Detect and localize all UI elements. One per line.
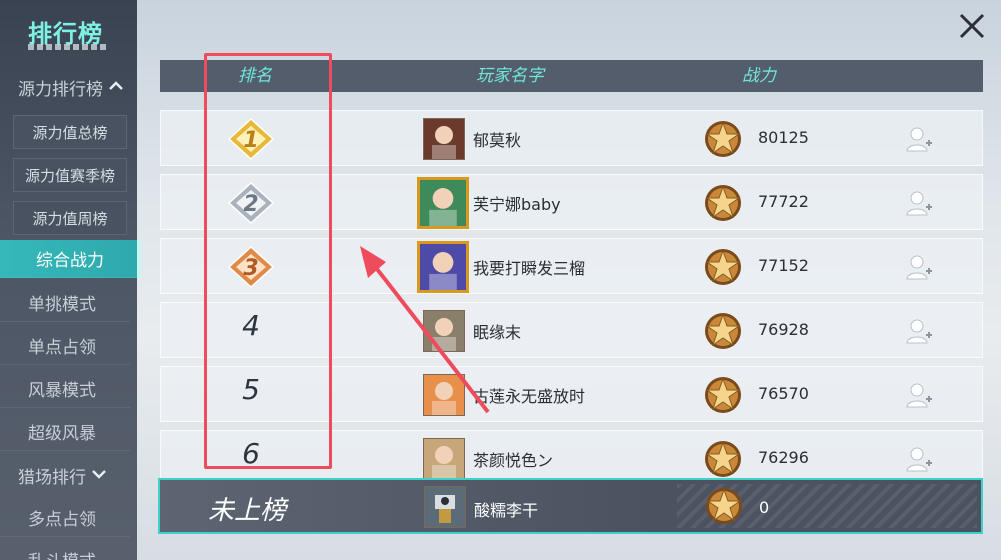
player-name: 茶颜悦色ン bbox=[473, 451, 554, 470]
chevron-up-icon bbox=[109, 79, 123, 95]
annotation-arrow bbox=[360, 246, 490, 414]
sidebar: 排行榜 源力排行榜 源力值总榜 源力值赛季榜 源力值周榜 综合战力 单挑模式 单… bbox=[0, 0, 141, 560]
annotation-highlight-box bbox=[204, 53, 332, 469]
power-value: 77722 bbox=[758, 192, 809, 211]
power-star-icon bbox=[706, 488, 742, 524]
my-rank-row: 未上榜 酸糯李干 0 bbox=[158, 478, 983, 534]
player-name: 郁莫秋 bbox=[473, 131, 522, 150]
sidebar-group-source-power[interactable]: 源力排行榜 bbox=[0, 70, 137, 104]
sidebar-group-label: 猎场排行 bbox=[18, 467, 86, 488]
power-value: 80125 bbox=[758, 128, 809, 147]
my-rank-text: 未上榜 bbox=[208, 496, 287, 526]
power-star-icon bbox=[705, 441, 741, 477]
player-avatar[interactable] bbox=[423, 438, 465, 480]
close-button[interactable] bbox=[956, 10, 988, 42]
chevron-down-icon bbox=[92, 467, 106, 483]
power-star-icon bbox=[705, 185, 741, 221]
add-friend-icon[interactable] bbox=[905, 381, 933, 409]
add-friend-icon[interactable] bbox=[905, 253, 933, 281]
sidebar-group-hunting[interactable]: 猎场排行 bbox=[0, 458, 137, 492]
sidebar-item-storm[interactable]: 风暴模式 bbox=[0, 370, 130, 408]
power-star-icon bbox=[705, 121, 741, 157]
my-power-value: 0 bbox=[759, 498, 770, 517]
header-combat-power: 战力 bbox=[742, 66, 776, 86]
player-name: 芙宁娜baby bbox=[473, 195, 561, 214]
add-friend-icon[interactable] bbox=[905, 317, 933, 345]
sidebar-item-solo[interactable]: 单挑模式 bbox=[0, 284, 130, 322]
power-value: 76570 bbox=[758, 384, 809, 403]
add-friend-icon[interactable] bbox=[905, 189, 933, 217]
player-avatar[interactable] bbox=[417, 177, 469, 229]
sidebar-item-brawl[interactable]: 乱斗模式 bbox=[0, 541, 130, 560]
power-value: 76928 bbox=[758, 320, 809, 339]
title-decoration bbox=[28, 44, 106, 50]
power-value: 77152 bbox=[758, 256, 809, 275]
add-friend-icon[interactable] bbox=[905, 445, 933, 473]
close-icon bbox=[959, 13, 985, 39]
power-value: 76296 bbox=[758, 448, 809, 467]
sidebar-subitem-season[interactable]: 源力值赛季榜 bbox=[13, 158, 127, 192]
power-star-icon bbox=[705, 377, 741, 413]
my-player-name: 酸糯李干 bbox=[474, 501, 539, 520]
my-avatar[interactable] bbox=[424, 486, 466, 528]
sidebar-subitem-total[interactable]: 源力值总榜 bbox=[13, 115, 127, 149]
sidebar-item-multi-point[interactable]: 多点占领 bbox=[0, 499, 130, 537]
power-star-icon bbox=[705, 249, 741, 285]
power-star-icon bbox=[705, 313, 741, 349]
sidebar-item-super-storm[interactable]: 超级风暴 bbox=[0, 413, 130, 451]
add-friend-icon[interactable] bbox=[905, 125, 933, 153]
sidebar-group-label: 源力排行榜 bbox=[18, 79, 103, 100]
header-player-name: 玩家名字 bbox=[476, 66, 544, 86]
sidebar-item-single-point[interactable]: 单点占领 bbox=[0, 327, 130, 365]
sidebar-subitem-weekly[interactable]: 源力值周榜 bbox=[13, 201, 127, 235]
player-avatar[interactable] bbox=[423, 118, 465, 160]
sidebar-item-combat-power[interactable]: 综合战力 bbox=[0, 240, 141, 278]
